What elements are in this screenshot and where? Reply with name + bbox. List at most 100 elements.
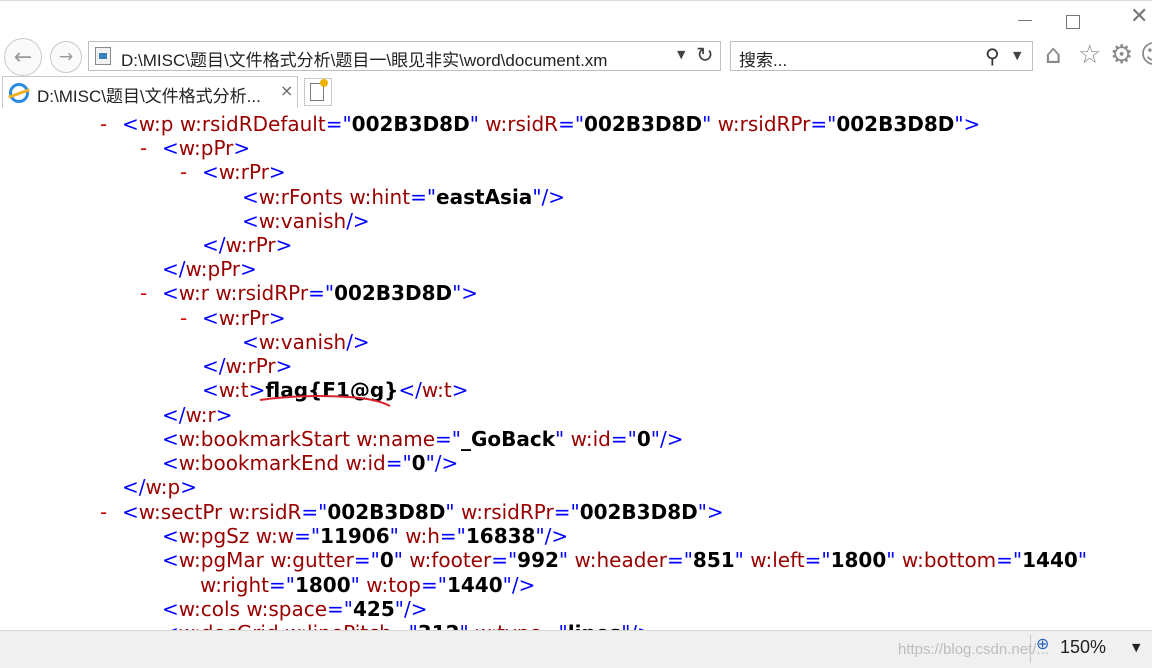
xml-markup: </ xyxy=(162,403,186,427)
xml-markup: < xyxy=(162,451,179,475)
xml-name: w:r xyxy=(185,403,216,427)
home-icon[interactable]: ⌂ xyxy=(1045,40,1062,70)
xml-markup: < xyxy=(122,500,139,524)
zoom-dropdown-icon[interactable]: ▼ xyxy=(1132,641,1140,654)
watermark: https://blog.csdn.net/... xyxy=(898,641,1049,658)
xml-line: </w:pPr> xyxy=(162,257,257,281)
new-tab-icon xyxy=(310,79,328,101)
xml-line: </w:r> xyxy=(162,403,233,427)
xml-markup: " xyxy=(393,548,410,572)
maximize-button[interactable] xyxy=(1066,12,1088,34)
xml-name: w:rsidRPr xyxy=(215,281,309,305)
xml-line: <w:bookmarkEnd w:id="0"/> xyxy=(162,451,458,475)
xml-markup: " xyxy=(469,112,486,136)
minimize-button[interactable] xyxy=(1018,8,1040,30)
collapse-toggle[interactable]: - xyxy=(180,160,187,184)
xml-attr-value: eastAsia xyxy=(436,185,533,209)
xml-name: w:bookmarkEnd xyxy=(178,451,346,475)
xml-markup: =" xyxy=(353,548,380,572)
underline-stroke xyxy=(259,395,391,407)
xml-markup: < xyxy=(242,330,259,354)
xml-markup: "/> xyxy=(394,597,428,621)
collapse-toggle[interactable]: - xyxy=(180,306,187,330)
zoom-icon[interactable]: ⊕ xyxy=(1036,634,1049,653)
xml-markup: < xyxy=(242,209,259,233)
xml-markup: " xyxy=(555,427,571,451)
address-bar[interactable]: D:\MISC\题目\文件格式分析\题目一\眼见非实\word\document… xyxy=(88,41,721,71)
xml-line: <w:p w:rsidRDefault="002B3D8D" w:rsidR="… xyxy=(122,112,980,136)
xml-attr-value: 312 xyxy=(418,621,460,630)
gear-icon[interactable]: ⚙ xyxy=(1110,40,1133,70)
address-url[interactable]: D:\MISC\题目\文件格式分析\题目一\眼见非实\word\document… xyxy=(121,46,607,71)
xml-viewer: - <w:p w:rsidRDefault="002B3D8D" w:rsidR=… xyxy=(0,108,1152,630)
xml-line: <w:docGrid w:linePitch="312" w:type="lin… xyxy=(162,621,654,630)
feedback-icon[interactable]: ☺ xyxy=(1140,40,1152,70)
star-icon[interactable]: ☆ xyxy=(1078,40,1101,70)
xml-attr-value: 0 xyxy=(411,451,426,475)
tab-bar: D:\MISC\题目\文件格式分析... × xyxy=(0,76,1152,110)
xml-attr-value: 002B3D8D xyxy=(584,112,703,136)
new-tab-button[interactable] xyxy=(304,78,332,106)
xml-markup: " xyxy=(734,548,751,572)
xml-markup: > xyxy=(451,378,469,402)
xml-markup: =" xyxy=(810,112,837,136)
xml-line: <w:pPr> xyxy=(162,136,250,160)
xml-markup: =" xyxy=(325,112,352,136)
xml-name: w:rPr xyxy=(218,160,269,184)
status-separator xyxy=(1030,635,1031,663)
xml-markup: < xyxy=(202,306,219,330)
xml-markup: "> xyxy=(452,281,479,305)
zoom-level[interactable]: 150% xyxy=(1060,637,1106,658)
xml-attr-value: _GoBack xyxy=(460,427,556,451)
xml-name: w:linePitch xyxy=(285,621,392,630)
xml-markup: =" xyxy=(301,500,328,524)
xml-markup: "/> xyxy=(621,621,654,630)
xml-name: w:sectPr xyxy=(138,500,229,524)
xml-markup: " xyxy=(702,112,718,136)
tab-document[interactable]: D:\MISC\题目\文件格式分析... × xyxy=(2,76,298,108)
xml-markup: " xyxy=(350,573,367,597)
xml-line: <w:rFonts w:hint="eastAsia"/> xyxy=(242,185,565,209)
xml-attr-value: 002B3D8D xyxy=(836,112,955,136)
xml-markup: < xyxy=(202,160,219,184)
xml-line: </w:rPr> xyxy=(202,233,292,257)
search-box[interactable]: 搜索... ⚲ ▼ xyxy=(730,41,1033,71)
xml-name: w:pgSz xyxy=(178,524,256,548)
xml-attr-value: 851 xyxy=(692,548,735,572)
forward-button[interactable]: → xyxy=(50,41,82,73)
collapse-toggle[interactable]: - xyxy=(140,281,147,305)
xml-name: w:rsidR xyxy=(485,112,559,136)
xml-markup: /> xyxy=(346,330,370,354)
search-dropdown-icon[interactable]: ▼ xyxy=(1013,49,1021,62)
collapse-toggle[interactable]: - xyxy=(140,136,147,160)
xml-name: w:rsidRPr xyxy=(717,112,811,136)
browser-chrome: ✕ ← → D:\MISC\题目\文件格式分析\题目一\眼见非实\word\do… xyxy=(0,0,1152,110)
tab-close-icon[interactable]: × xyxy=(280,81,293,100)
back-button[interactable]: ← xyxy=(4,38,42,76)
xml-markup: =" xyxy=(666,548,693,572)
xml-line: <w:pgSz w:w="11906" w:h="16838"/> xyxy=(162,524,568,548)
xml-attr-value: 1800 xyxy=(294,573,351,597)
xml-line: <w:pgMar w:gutter="0" w:footer="992" w:h… xyxy=(162,548,1087,572)
xml-markup: =" xyxy=(558,112,585,136)
xml-markup: > xyxy=(240,257,257,281)
xml-markup: </ xyxy=(122,475,146,499)
xml-name: w:p xyxy=(138,112,180,136)
search-input[interactable]: 搜索... xyxy=(739,46,787,71)
xml-name: w:vanish xyxy=(258,330,347,354)
xml-name: w:h xyxy=(405,524,440,548)
xml-line: <w:rPr> xyxy=(202,160,286,184)
search-icon[interactable]: ⚲ xyxy=(985,44,1000,68)
xml-markup: </ xyxy=(202,233,226,257)
xml-markup: > xyxy=(275,233,293,257)
address-dropdown-icon[interactable]: ▼ xyxy=(677,48,685,61)
xml-attr-value: 425 xyxy=(353,597,395,621)
window-close-button[interactable]: ✕ xyxy=(1130,6,1152,28)
xml-markup: =" xyxy=(308,281,335,305)
xml-markup: " xyxy=(558,548,575,572)
collapse-toggle[interactable]: - xyxy=(100,112,107,136)
refresh-icon[interactable]: ↻ xyxy=(696,43,714,67)
xml-name: w:rPr xyxy=(225,233,276,257)
collapse-toggle[interactable]: - xyxy=(100,500,107,524)
xml-line: <w:rPr> xyxy=(202,306,286,330)
